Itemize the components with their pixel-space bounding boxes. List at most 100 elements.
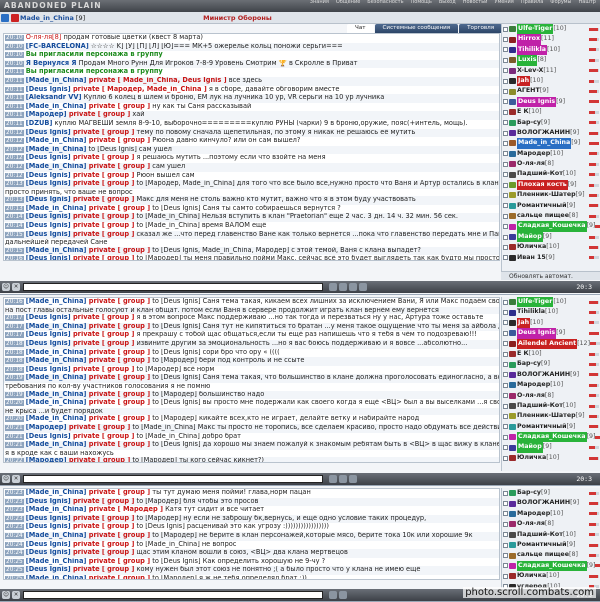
player-name[interactable]: Luxis — [517, 55, 538, 66]
sender-name[interactable]: [Aleksandr VV] — [26, 94, 82, 101]
player-name[interactable]: Мародер — [517, 509, 550, 519]
player-checkbox[interactable] — [503, 372, 508, 378]
player-row[interactable]: Е К [10] — [502, 349, 600, 359]
player-row[interactable]: Романтичный [9] — [502, 201, 600, 211]
player-row[interactable]: Мародер [10] — [502, 509, 600, 519]
sender-name[interactable]: [Deus Ignis] — [26, 213, 71, 220]
player-checkbox[interactable] — [503, 320, 508, 326]
player-checkbox[interactable] — [503, 37, 508, 43]
player-row[interactable]: Падший-Кот [10] — [502, 530, 600, 540]
sender-name[interactable]: [Deus Ignis] — [26, 498, 71, 505]
player-checkbox[interactable] — [503, 362, 508, 368]
smile-icon[interactable]: ☺ — [2, 591, 10, 599]
player-name[interactable]: Бар-су — [517, 359, 541, 369]
send-icon[interactable] — [329, 591, 337, 599]
clear-icon[interactable]: ✕ — [12, 591, 20, 599]
player-name[interactable]: Плохая кость — [517, 179, 568, 191]
player-name[interactable]: X-Lev-X — [517, 66, 543, 76]
sender-name[interactable]: [Made_in_China] — [26, 532, 87, 539]
player-name[interactable]: Tihilikla — [517, 307, 545, 317]
player-name[interactable]: Deus Ignis — [517, 328, 557, 339]
sender-name[interactable]: [Made_in_China] — [26, 357, 87, 364]
tab-3[interactable]: Торговля — [459, 24, 503, 33]
player-name[interactable]: сальце пищее — [517, 211, 569, 221]
player-checkbox[interactable] — [503, 57, 508, 63]
player-row[interactable]: сальце пищее [8] — [502, 211, 600, 221]
player-checkbox[interactable] — [503, 172, 508, 178]
player-name[interactable]: О-ля-ля — [517, 159, 545, 169]
smile-icon[interactable]: ☺ — [2, 475, 10, 483]
player-checkbox[interactable] — [503, 553, 508, 559]
player-row[interactable]: Deus Ignis [9] — [502, 96, 600, 108]
player-name[interactable]: Пленник-Шатер — [517, 190, 576, 200]
sender-name[interactable]: [Deus Ignis] — [26, 86, 71, 93]
player-row[interactable]: Майор [9] — [502, 442, 600, 453]
player-checkbox[interactable] — [503, 161, 508, 167]
player-name[interactable]: Юличка — [517, 453, 546, 463]
top-menu-item[interactable]: Выход — [439, 0, 456, 12]
player-checkbox[interactable] — [503, 47, 508, 53]
sender-name[interactable]: [Deus Ignis] — [26, 129, 71, 136]
player-name[interactable]: Пленник-Шатер — [517, 411, 576, 421]
chat-input[interactable] — [23, 283, 323, 291]
player-row[interactable]: Бар-су [9] — [502, 488, 600, 498]
sender-name[interactable]: [Deus Ignis] — [26, 523, 71, 530]
sender-name[interactable]: [Deus Ignis] — [26, 549, 71, 556]
player-checkbox[interactable] — [503, 255, 508, 261]
sender-name[interactable]: [Deus Ignis] — [26, 231, 71, 238]
player-checkbox[interactable] — [503, 151, 508, 157]
sender-name[interactable]: [Deus Ignis] — [26, 222, 71, 229]
sender-name[interactable]: [Made_in_China] — [26, 415, 87, 422]
player-name[interactable]: Hirrox — [517, 34, 542, 45]
sender-name[interactable]: [FC-BARCELONA] — [26, 43, 89, 50]
player-checkbox[interactable] — [503, 68, 508, 74]
player-name[interactable]: Романтичный — [517, 540, 567, 550]
player-name[interactable]: АГЕНТ — [517, 86, 540, 96]
player-row[interactable]: Падший-Кот [10] — [502, 169, 600, 179]
auto-refresh-toggle[interactable]: Обновлять автомат. — [501, 271, 600, 280]
player-checkbox[interactable] — [503, 521, 508, 527]
sender-name[interactable]: [Deus Ignis] — [26, 314, 71, 321]
player-checkbox[interactable] — [503, 192, 508, 198]
player-row[interactable]: Е К [10] — [502, 107, 600, 117]
player-row[interactable]: Бар-су [9] — [502, 359, 600, 369]
player-checkbox[interactable] — [503, 563, 508, 569]
player-checkbox[interactable] — [503, 532, 508, 538]
player-row[interactable]: Tihilikla [10] — [502, 44, 600, 56]
player-name[interactable]: ВОЛОГЖАНИН — [517, 498, 570, 508]
player-checkbox[interactable] — [503, 140, 508, 146]
sender-name[interactable]: [Deus Ignis] — [26, 331, 71, 338]
top-menu-item[interactable]: Помощь — [411, 0, 432, 12]
sender-name[interactable]: [Made_in_China] — [26, 349, 87, 356]
top-menu-item[interactable]: Безопасность — [367, 0, 403, 12]
player-name[interactable]: Майор — [517, 231, 543, 243]
player-checkbox[interactable] — [503, 182, 508, 188]
player-row[interactable]: ВОЛОГЖАНИН [9] — [502, 498, 600, 508]
player-name[interactable]: Юличка — [517, 242, 546, 252]
player-checkbox[interactable] — [503, 203, 508, 209]
player-row[interactable]: АГЕНТ [9] — [502, 86, 600, 96]
player-row[interactable]: Ulfe-Tiger [10] — [502, 297, 600, 308]
target-name[interactable]: Министр Обороны — [203, 14, 272, 22]
player-checkbox[interactable] — [503, 542, 508, 548]
player-name[interactable]: Jah — [517, 75, 531, 87]
filter-icon[interactable] — [339, 591, 347, 599]
player-name[interactable]: Сладкая_Кошечка — [517, 560, 587, 572]
sender-name[interactable]: [Deus Ignis] — [26, 180, 71, 187]
player-row[interactable]: Майор [9] — [502, 231, 600, 243]
player-name[interactable]: Е К — [517, 107, 529, 117]
player-row[interactable]: Jah [10] — [502, 75, 600, 87]
player-name[interactable]: сальце пищее — [517, 550, 569, 560]
filter-icon[interactable] — [339, 475, 347, 483]
sender-name[interactable]: Я Вернулся Я — [26, 60, 77, 67]
filter-icon[interactable] — [339, 283, 347, 291]
player-row[interactable]: Романтичный [9] — [502, 422, 600, 432]
player-checkbox[interactable] — [503, 130, 508, 136]
sender-name[interactable]: [Мародер] — [26, 424, 67, 431]
player-checkbox[interactable] — [503, 120, 508, 126]
sender-name[interactable]: [Мародер] — [26, 457, 67, 462]
player-checkbox[interactable] — [503, 434, 508, 440]
player-row[interactable]: ВОЛОГЖАНИН [9] — [502, 370, 600, 380]
player-name[interactable]: ВОЛОГЖАНИН — [517, 370, 570, 380]
sender-name[interactable]: [DZUB] — [26, 120, 53, 127]
